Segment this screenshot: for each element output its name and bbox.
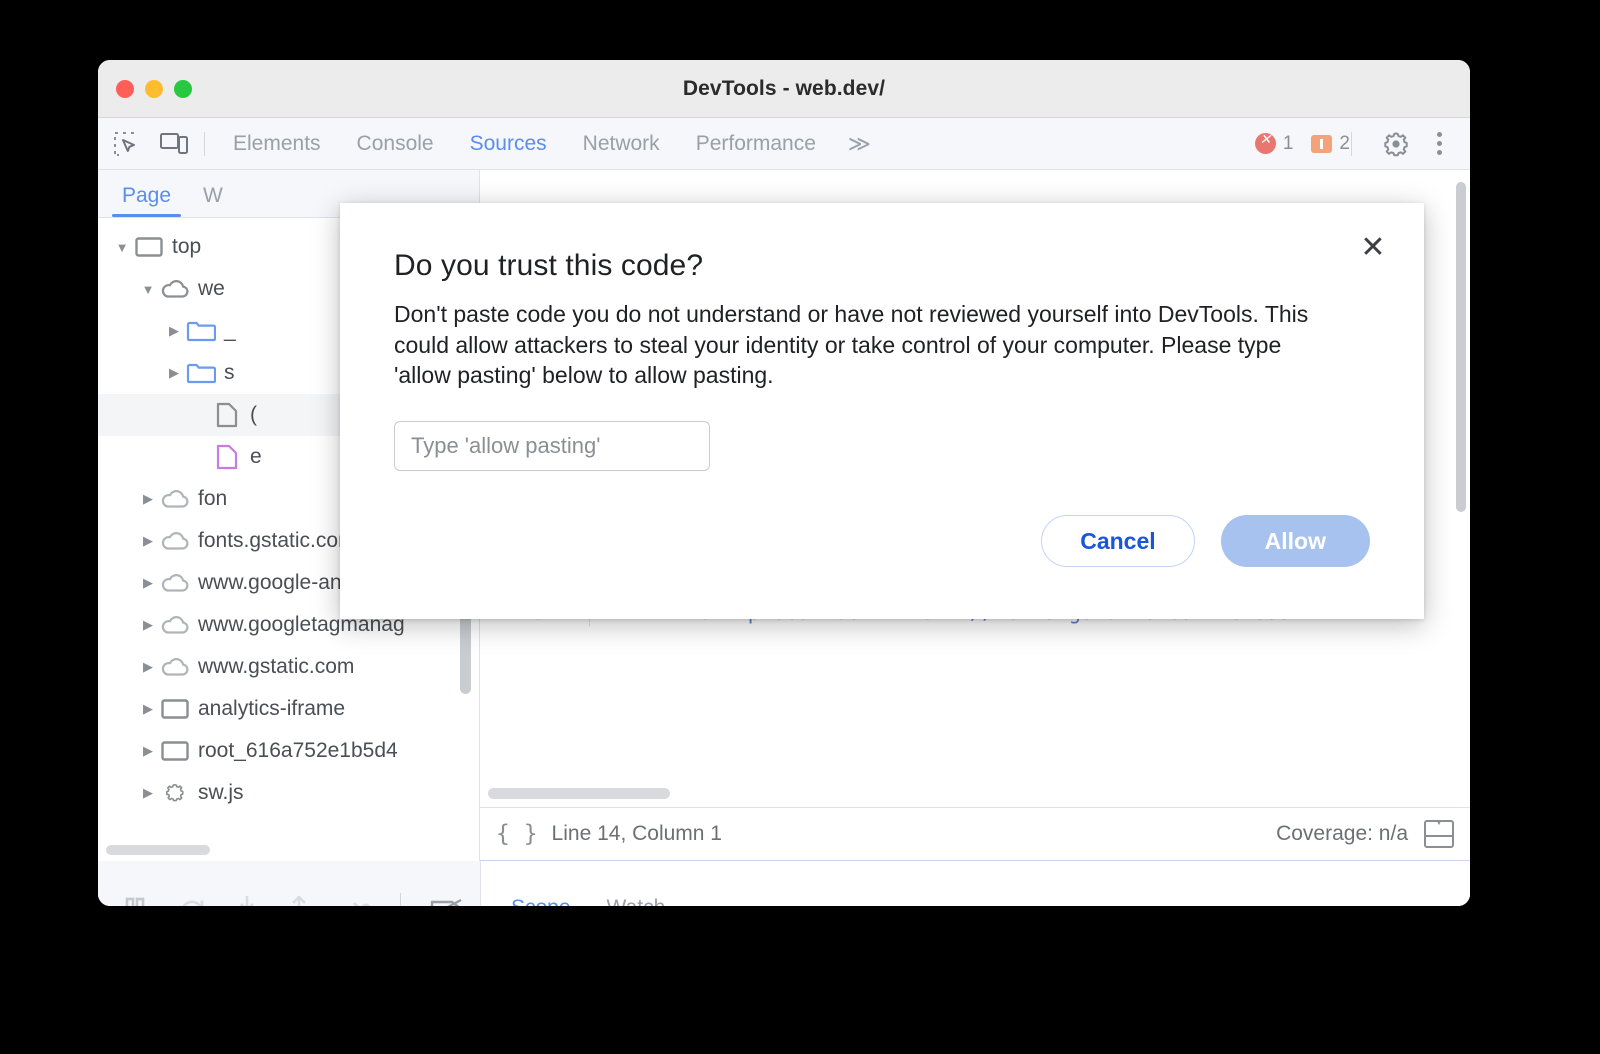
allow-pasting-input[interactable] xyxy=(394,420,710,471)
chevron-right-icon[interactable] xyxy=(138,491,158,507)
tree-item-label: we xyxy=(198,277,225,300)
gear-icon xyxy=(158,782,192,804)
show-drawer-icon[interactable] xyxy=(1424,818,1454,848)
tab-console[interactable]: Console xyxy=(339,132,452,156)
step-over-icon[interactable] xyxy=(176,893,208,906)
tree-item-label: _ xyxy=(224,319,236,342)
tab-performance[interactable]: Performance xyxy=(678,132,834,156)
cloud-icon xyxy=(158,615,192,635)
inspect-element-icon[interactable] xyxy=(106,128,146,160)
chevron-right-icon[interactable] xyxy=(164,323,184,339)
close-icon[interactable]: ✕ xyxy=(1352,227,1394,269)
tree-item-label: fonts.gstatic.com xyxy=(198,529,356,552)
cloud-icon xyxy=(158,657,192,677)
debugger-divider xyxy=(400,892,401,906)
file-icon xyxy=(210,402,244,428)
debugger-controls xyxy=(98,861,480,906)
tab-watch[interactable]: Watch xyxy=(589,861,684,907)
cloud-icon xyxy=(158,573,192,593)
error-count: 1 xyxy=(1282,132,1294,154)
chevron-right-icon[interactable] xyxy=(138,785,158,801)
frame-icon xyxy=(132,236,166,258)
debugger-bottom-bar: Scope Watch xyxy=(98,861,1470,906)
devtools-toolbar: Elements Console Sources Network Perform… xyxy=(98,118,1470,170)
step-icon[interactable] xyxy=(338,893,374,906)
tab-sources[interactable]: Sources xyxy=(452,132,565,156)
tree-item-service-worker[interactable]: sw.js xyxy=(98,772,479,814)
gear-icon[interactable] xyxy=(1376,128,1416,160)
chevron-down-icon[interactable] xyxy=(112,240,132,255)
folder-icon xyxy=(184,319,218,343)
chevron-down-icon[interactable] xyxy=(138,282,158,297)
kebab-menu-icon[interactable] xyxy=(1422,132,1456,155)
navigator-tab-page[interactable]: Page xyxy=(106,184,187,217)
pretty-print-braces-icon[interactable]: { } xyxy=(496,821,538,847)
tree-item-label: analytics-iframe xyxy=(198,697,346,720)
tree-item-label: fon xyxy=(198,487,228,510)
chevron-right-icon[interactable] xyxy=(138,575,158,591)
tree-item-label: sw.js xyxy=(198,781,244,804)
more-tabs-icon[interactable]: ≫ xyxy=(834,131,882,157)
navigator-tab-workspace[interactable]: W xyxy=(187,184,239,217)
editor-vertical-scrollbar[interactable] xyxy=(1456,182,1466,512)
devtools-window: DevTools - web.dev/ Elements Console Sou… xyxy=(98,60,1470,906)
warning-triangle-icon xyxy=(1311,134,1333,153)
tree-item-label: s xyxy=(224,361,235,384)
dialog-actions: Cancel Allow xyxy=(1041,515,1370,567)
chevron-right-icon[interactable] xyxy=(138,743,158,759)
error-circle-icon xyxy=(1254,131,1276,154)
tree-item-label: www.gstatic.com xyxy=(198,655,355,678)
deactivate-breakpoints-icon[interactable] xyxy=(427,893,467,906)
panel-tabs: Elements Console Sources Network Perform… xyxy=(215,131,882,157)
issue-badges: 1 2 xyxy=(1254,131,1350,155)
chevron-right-icon[interactable] xyxy=(164,365,184,381)
chevron-right-icon[interactable] xyxy=(138,701,158,717)
tree-item-analytics-iframe[interactable]: analytics-iframe xyxy=(98,688,479,730)
cursor-position: Line 14, Column 1 xyxy=(551,822,722,845)
pause-resume-icon[interactable] xyxy=(120,893,150,906)
cancel-button[interactable]: Cancel xyxy=(1041,515,1195,567)
tree-item-label: ( xyxy=(250,403,257,426)
cloud-icon xyxy=(158,531,192,551)
dialog-message: Don't paste code you do not understand o… xyxy=(394,301,1309,389)
error-badge[interactable]: 1 xyxy=(1254,131,1294,155)
tab-network[interactable]: Network xyxy=(565,132,678,156)
tree-item-label: e xyxy=(250,445,262,468)
cloud-icon xyxy=(158,279,192,299)
navigator-horizontal-scrollbar[interactable] xyxy=(106,845,210,855)
editor-status-bar: { } Line 14, Column 1 Coverage: n/a xyxy=(480,807,1470,861)
chevron-right-icon[interactable] xyxy=(138,533,158,549)
step-into-icon[interactable] xyxy=(234,893,260,906)
tab-elements[interactable]: Elements xyxy=(215,132,339,156)
debugger-side-tabs: Scope Watch xyxy=(480,861,1470,906)
step-out-icon[interactable] xyxy=(286,893,312,906)
tree-item-label: root_616a752e1b5d4 xyxy=(198,739,398,762)
device-toolbar-icon[interactable] xyxy=(154,128,194,160)
file-purple-icon xyxy=(210,444,244,470)
trust-code-dialog: ✕ Do you trust this code? Don't paste co… xyxy=(340,203,1424,619)
tree-item-gstatic[interactable]: www.gstatic.com xyxy=(98,646,479,688)
coverage-status: Coverage: n/a xyxy=(1276,822,1408,845)
allow-button[interactable]: Allow xyxy=(1220,515,1370,567)
toolbar-divider xyxy=(204,131,205,156)
frame-icon xyxy=(158,698,192,720)
window-title: DevTools - web.dev/ xyxy=(682,76,886,100)
tree-item-label: top xyxy=(172,235,202,258)
dialog-title: Do you trust this code? xyxy=(394,249,704,282)
frame-icon xyxy=(158,740,192,762)
editor-horizontal-scrollbar[interactable] xyxy=(488,788,670,799)
chevron-right-icon[interactable] xyxy=(138,617,158,633)
folder-icon xyxy=(184,361,218,385)
window-titlebar: DevTools - web.dev/ xyxy=(98,60,1470,118)
tree-item-root-frame[interactable]: root_616a752e1b5d4 xyxy=(98,730,479,772)
chevron-right-icon[interactable] xyxy=(138,659,158,675)
cloud-icon xyxy=(158,489,192,509)
toolbar-right-actions xyxy=(1341,128,1456,160)
tab-scope[interactable]: Scope xyxy=(493,861,589,907)
toolbar-divider-2 xyxy=(1351,131,1352,156)
